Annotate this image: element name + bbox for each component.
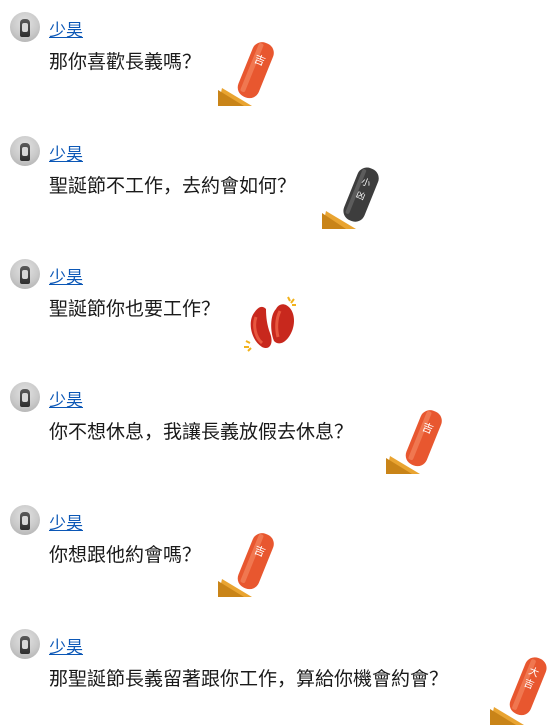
avatar[interactable] [10, 505, 40, 535]
message-text: 你想跟他約會嗎？ [49, 544, 202, 566]
chat-message: 少昊 你想跟他約會嗎？ 吉 [0, 493, 559, 611]
sender-name-link[interactable]: 少昊 [49, 263, 83, 288]
chat-message: 少昊 聖誕節不工作，去約會如何？ 小 凶 [0, 124, 559, 242]
chat-message: 少昊 那聖誕節長義留著跟你工作，算給你機會約會？ 大 吉 [0, 617, 559, 725]
bad-luck-stick-icon: 小 凶 [322, 167, 379, 229]
avatar[interactable] [10, 136, 40, 166]
message-text: 那你喜歡長義嗎？ [49, 51, 202, 73]
chat-message: 少昊 那你喜歡長義嗎？ 吉 [0, 0, 559, 118]
lucky-stick-icon: 吉 [386, 410, 442, 474]
lucky-stick-icon: 吉 [218, 42, 274, 106]
avatar[interactable] [10, 629, 40, 659]
sender-name-link[interactable]: 少昊 [49, 16, 83, 41]
message-text: 你不想休息，我讓長義放假去休息？ [49, 421, 354, 443]
message-text: 那聖誕節長義留著跟你工作，算給你機會約會？ [49, 668, 449, 690]
sender-name-link[interactable]: 少昊 [49, 509, 83, 534]
chat-message: 少昊 你不想休息，我讓長義放假去休息？ 吉 [0, 370, 559, 488]
sender-name-link[interactable]: 少昊 [49, 140, 83, 165]
sender-name-link[interactable]: 少昊 [49, 633, 83, 658]
great-luck-stick-icon: 大 吉 [490, 657, 547, 725]
message-text: 聖誕節不工作，去約會如何？ [49, 175, 297, 197]
chat-message: 少昊 聖誕節你也要工作？ [0, 247, 559, 365]
lucky-stick-icon: 吉 [218, 533, 274, 597]
avatar[interactable] [10, 259, 40, 289]
message-text: 聖誕節你也要工作？ [49, 298, 221, 320]
avatar[interactable] [10, 12, 40, 42]
sender-name-link[interactable]: 少昊 [49, 386, 83, 411]
avatar[interactable] [10, 382, 40, 412]
moon-blocks-icon [244, 296, 296, 352]
